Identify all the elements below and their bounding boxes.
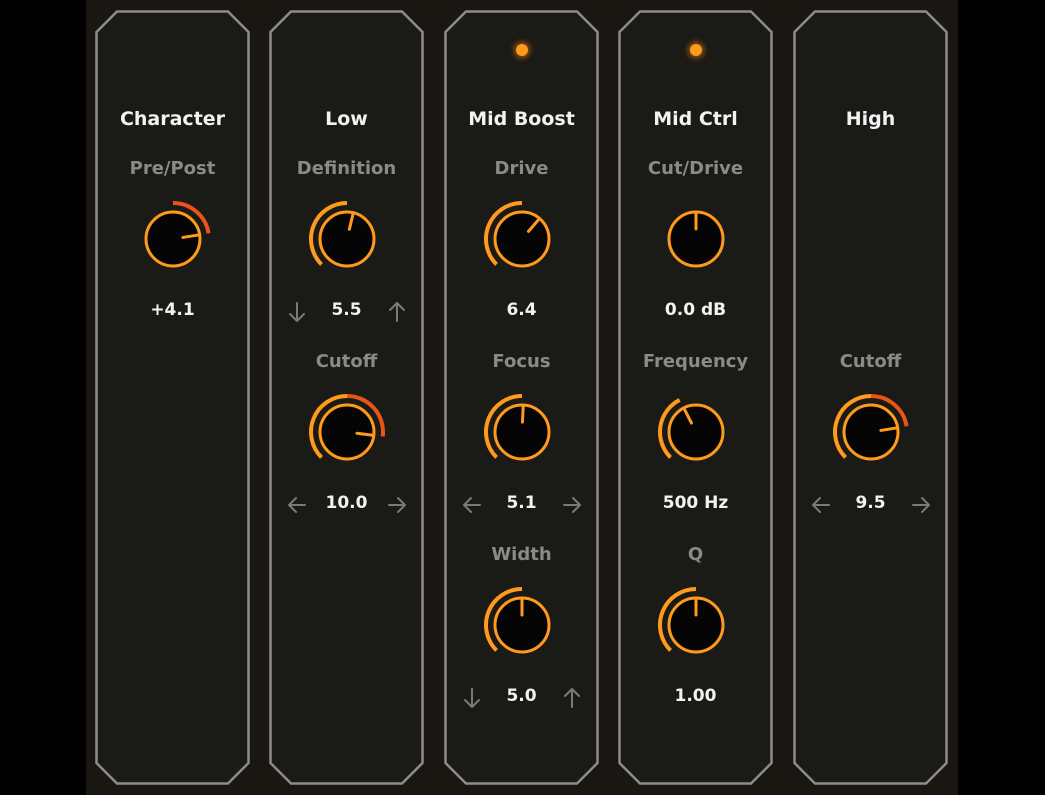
width-up-arrow-icon[interactable] [560,686,584,710]
cutoff-knob[interactable] [305,390,389,474]
width-down-arrow-icon[interactable] [460,686,484,710]
q-value: 1.00 [674,686,717,706]
focus-right-arrow-icon[interactable] [560,493,584,517]
cutoff-knob[interactable] [829,390,913,474]
cutoff-right-arrow-icon[interactable] [385,493,409,517]
panel-mid-ctrl: Mid Ctrl Cut/Drive 0.0 dB Frequency 500 Hz Q 1… [618,10,773,785]
panel-title: Character [119,108,226,130]
frequency-value: 500 Hz [662,493,729,513]
cutoff-right-arrow-icon[interactable] [909,493,933,517]
param-label-pre-post: Pre/Post [129,158,216,179]
knob-body [144,210,201,268]
focus-knob[interactable] [480,390,564,474]
panel-high: High Cutoff 9.5 [793,10,948,785]
param-label-drive: Drive [494,158,549,179]
panel-mid-boost: Mid Boost Drive 6.4 Focus 5.1 Width 5.0 [444,10,599,785]
definition-knob[interactable] [305,197,389,281]
param-label-frequency: Frequency [642,351,749,372]
cutoff-left-arrow-icon[interactable] [285,493,309,517]
panel-title: Mid Ctrl [653,108,738,130]
knob-body [318,210,375,268]
panel-title: Low [325,108,368,130]
focus-left-arrow-icon[interactable] [460,493,484,517]
knob-body [318,403,375,461]
knob-body [493,210,550,268]
panel-character: Character Pre/Post +4.1 [95,10,250,785]
definition-down-arrow-icon[interactable] [285,300,309,324]
knob-pointer [520,404,525,424]
width-knob[interactable] [480,583,564,667]
param-label-cutoff: Cutoff [839,351,902,372]
panel-low: Low Definition 5.5 Cutoff 10.0 [269,10,424,785]
pre-post-value: +4.1 [150,300,195,320]
definition-up-arrow-icon[interactable] [385,300,409,324]
cut-drive-value: 0.0 dB [664,300,727,320]
cut-drive-knob[interactable] [654,197,738,281]
param-label-definition: Definition [296,158,397,179]
param-label-q: Q [687,544,704,565]
knob-body [667,403,724,461]
param-label-width: Width [491,544,552,565]
frequency-knob[interactable] [654,390,738,474]
panel-title: Mid Boost [468,108,575,130]
pre-post-knob[interactable] [131,197,215,281]
knob-body [842,403,899,461]
drive-value: 6.4 [506,300,537,320]
active-led-indicator [515,44,528,56]
cutoff-left-arrow-icon[interactable] [809,493,833,517]
knob-pointer [354,431,374,437]
drive-knob[interactable] [480,197,564,281]
panel-title: High [845,108,896,130]
param-label-focus: Focus [492,351,551,372]
q-knob[interactable] [654,583,738,667]
param-label-cutoff: Cutoff [315,351,378,372]
param-label-cut-drive: Cut/Drive [647,158,744,179]
active-led-indicator [689,44,702,56]
plugin-background: Character Pre/Post +4.1 Low Definition 5.5 Cut… [86,0,958,795]
